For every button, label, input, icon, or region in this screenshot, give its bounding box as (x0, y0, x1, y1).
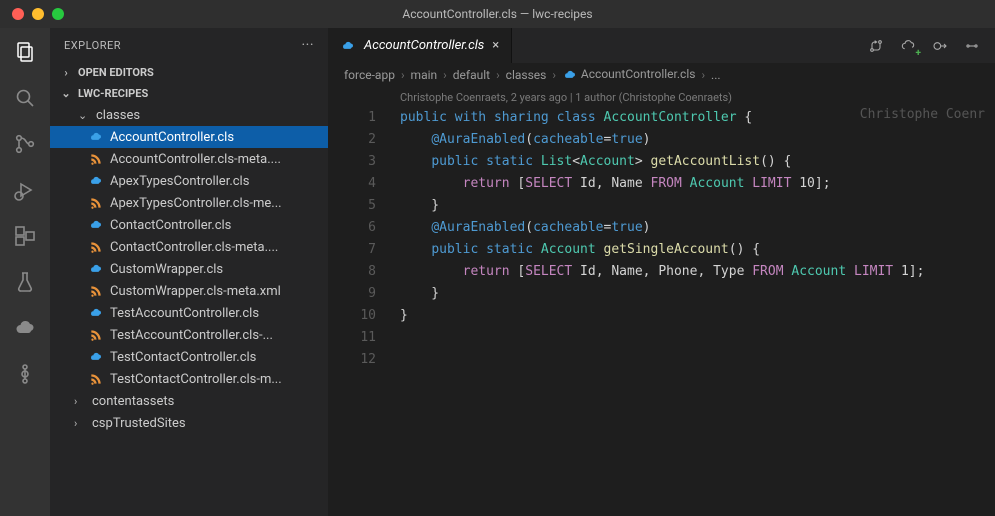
breadcrumb-item[interactable]: classes (506, 68, 547, 82)
folder-classes[interactable]: ⌄ classes (50, 104, 328, 126)
maximize-window-icon[interactable] (52, 8, 64, 20)
codelens[interactable]: Christophe Coenraets, 2 years ago | 1 au… (400, 91, 732, 104)
file-label: TestContactController.cls (110, 350, 256, 365)
rss-icon (88, 327, 104, 343)
folder-label: cspTrustedSites (92, 416, 186, 431)
chevron-down-icon: ⌄ (78, 109, 90, 122)
file-label: TestAccountController.cls (110, 306, 259, 321)
chevron-down-icon: ⌄ (60, 87, 72, 100)
file-label: TestAccountController.cls-... (110, 328, 273, 343)
cloud-icon (88, 173, 104, 189)
file-item[interactable]: AccountController.cls-meta.... (50, 148, 328, 170)
search-icon[interactable] (11, 84, 39, 112)
file-item[interactable]: ContactController.cls-meta.... (50, 236, 328, 258)
source-control-icon[interactable] (11, 130, 39, 158)
explorer-icon[interactable] (11, 38, 39, 66)
tab-label: AccountController.cls (364, 38, 484, 53)
editor-area: AccountController.cls × force-app › main › d… (328, 28, 995, 516)
chevron-right-icon: › (443, 68, 447, 82)
file-label: ContactController.cls-meta.... (110, 240, 278, 255)
rss-icon (88, 371, 104, 387)
file-item[interactable]: AccountController.cls (50, 126, 328, 148)
file-label: TestContactController.cls-m... (110, 372, 282, 387)
file-item[interactable]: TestAccountController.cls (50, 302, 328, 324)
file-item[interactable]: CustomWrapper.cls-meta.xml (50, 280, 328, 302)
cloud-sync-icon[interactable] (899, 37, 917, 55)
file-label: CustomWrapper.cls-meta.xml (110, 284, 281, 299)
file-item[interactable]: ContactController.cls (50, 214, 328, 236)
breadcrumb-item[interactable]: AccountController.cls (562, 67, 695, 83)
file-label: ContactController.cls (110, 218, 231, 233)
salesforce-cloud-icon[interactable] (11, 314, 39, 342)
cloud-icon (88, 261, 104, 277)
chevron-right-icon: › (701, 68, 705, 82)
repo-label: LWC-RECIPES (78, 87, 148, 100)
file-item[interactable]: TestContactController.cls-m... (50, 368, 328, 390)
repo-section[interactable]: ⌄ LWC-RECIPES (50, 83, 328, 104)
file-tree: ⌄ classes AccountController.cls AccountCo… (50, 104, 328, 516)
code-text[interactable]: public with sharing class AccountControl… (400, 107, 924, 327)
debug-icon[interactable] (11, 176, 39, 204)
file-label: AccountController.cls (110, 130, 234, 145)
folder-item[interactable]: › contentassets (50, 390, 328, 412)
sidebar-title: EXPLORER (64, 39, 121, 52)
cloud-icon (88, 217, 104, 233)
breadcrumbs[interactable]: force-app › main › default › classes › AccountC… (328, 63, 995, 87)
file-label: ApexTypesController.cls-me... (110, 196, 282, 211)
file-item[interactable]: ApexTypesController.cls-me... (50, 192, 328, 214)
chevron-right-icon: › (552, 68, 556, 82)
line-gutter: 123456789101112 (328, 107, 376, 371)
sidebar-header: EXPLORER ··· (50, 28, 328, 62)
minimize-window-icon[interactable] (32, 8, 44, 20)
file-item[interactable]: TestAccountController.cls-... (50, 324, 328, 346)
extensions-icon[interactable] (11, 222, 39, 250)
title-bar: AccountController.cls — lwc-recipes (0, 0, 995, 28)
close-icon[interactable]: × (492, 38, 499, 53)
retrieve-icon[interactable] (931, 37, 949, 55)
cloud-icon (88, 349, 104, 365)
folder-label: classes (96, 108, 140, 123)
tab-account-controller[interactable]: AccountController.cls × (328, 28, 512, 63)
cloud-icon (340, 38, 356, 54)
breadcrumb-item[interactable]: force-app (344, 68, 395, 82)
traffic-lights (0, 8, 64, 20)
rss-icon (88, 151, 104, 167)
file-label: CustomWrapper.cls (110, 262, 223, 277)
rebase-icon[interactable] (11, 360, 39, 388)
chevron-right-icon: › (74, 395, 86, 408)
test-beaker-icon[interactable] (11, 268, 39, 296)
folder-item[interactable]: › cspTrustedSites (50, 412, 328, 434)
breadcrumb-item[interactable]: main (411, 68, 438, 82)
close-window-icon[interactable] (12, 8, 24, 20)
file-item[interactable]: CustomWrapper.cls (50, 258, 328, 280)
file-item[interactable]: TestContactController.cls (50, 346, 328, 368)
compare-changes-icon[interactable] (867, 37, 885, 55)
chevron-right-icon: › (74, 417, 86, 430)
rss-icon (88, 195, 104, 211)
activity-bar (0, 28, 50, 516)
rss-icon (88, 283, 104, 299)
file-item[interactable]: ApexTypesController.cls (50, 170, 328, 192)
code-editor[interactable]: Christophe Coenraets, 2 years ago | 1 au… (328, 87, 995, 516)
open-editors-label: OPEN EDITORS (78, 66, 154, 79)
breadcrumb-item[interactable]: default (453, 68, 490, 82)
sidebar-explorer: EXPLORER ··· › OPEN EDITORS ⌄ LWC-RECIPE… (50, 28, 328, 516)
file-label: ApexTypesController.cls (110, 174, 249, 189)
rss-icon (88, 239, 104, 255)
tab-bar: AccountController.cls × (328, 28, 995, 63)
folder-label: contentassets (92, 394, 174, 409)
chevron-right-icon: › (496, 68, 500, 82)
file-label: AccountController.cls-meta.... (110, 152, 281, 167)
breadcrumb-item[interactable]: ... (711, 68, 721, 82)
sidebar-more-icon[interactable]: ··· (302, 37, 314, 53)
cloud-icon (88, 129, 104, 145)
deploy-icon[interactable] (963, 37, 981, 55)
open-editors-section[interactable]: › OPEN EDITORS (50, 62, 328, 83)
chevron-right-icon: › (60, 66, 72, 79)
cloud-icon (88, 305, 104, 321)
editor-actions (867, 28, 995, 63)
chevron-right-icon: › (401, 68, 405, 82)
window-title: AccountController.cls — lwc-recipes (0, 7, 995, 21)
